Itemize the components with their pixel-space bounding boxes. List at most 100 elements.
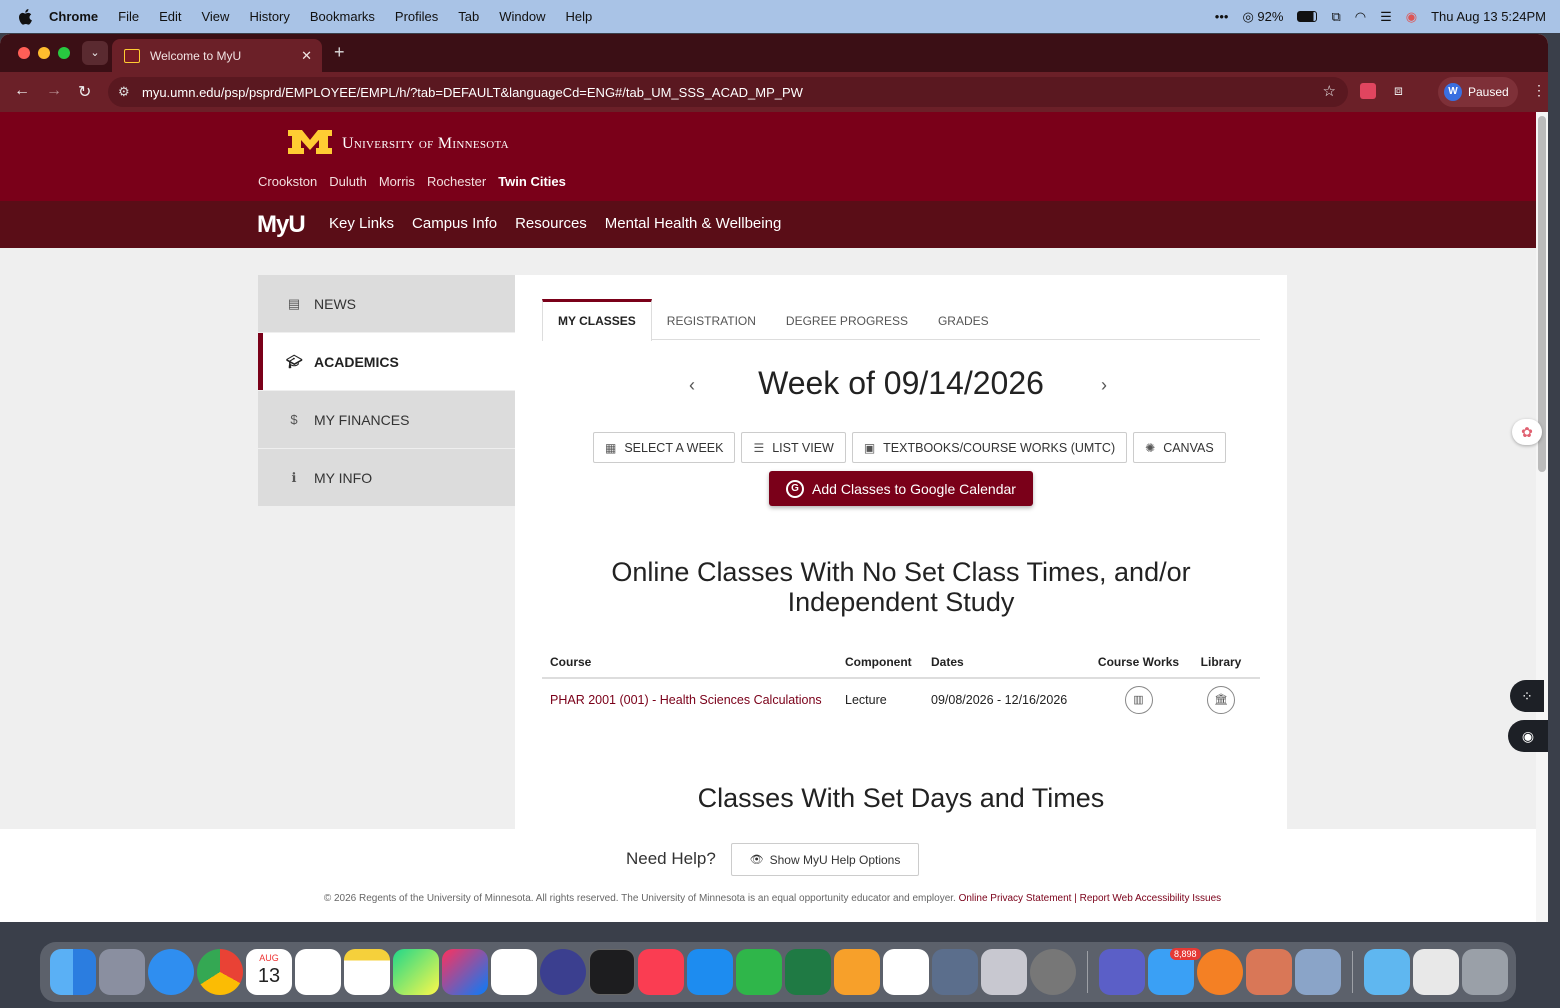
teams-icon[interactable] (1099, 949, 1145, 995)
battery-icon[interactable] (1297, 11, 1318, 22)
wifi-icon[interactable]: ◠ (1355, 9, 1366, 25)
numbers-icon[interactable] (736, 949, 782, 995)
battery-percent[interactable]: ◎ 92% (1242, 9, 1283, 25)
safari-icon[interactable] (148, 949, 194, 995)
control-center-icon[interactable]: ☰ (1380, 9, 1392, 25)
system-settings-icon[interactable] (1030, 949, 1076, 995)
chrome-menu-icon[interactable]: ⋮ (1532, 82, 1546, 99)
screen-app-icon[interactable] (932, 949, 978, 995)
campus-link-rochester[interactable]: Rochester (427, 174, 486, 189)
canvas-button[interactable]: ✺ CANVAS (1133, 432, 1226, 463)
menu-help[interactable]: Help (566, 9, 593, 24)
university-name[interactable]: University of Minnesota (342, 135, 509, 153)
bookmark-star-icon[interactable]: ☆ (1323, 82, 1336, 100)
umn-block-m-logo[interactable] (286, 128, 334, 156)
new-tab-icon[interactable]: + (334, 42, 345, 63)
sidebar-item-news[interactable]: ▤ NEWS (258, 275, 516, 332)
nav-resources[interactable]: Resources (515, 215, 587, 232)
show-help-button[interactable]: 👁︎ Show MyU Help Options (731, 843, 919, 876)
list-view-button[interactable]: ☰ LIST VIEW (741, 432, 846, 463)
menu-clock[interactable]: Thu Aug 13 5:24PM (1431, 9, 1546, 24)
sidebar-item-academics[interactable]: 🎓︎ ACADEMICS (258, 333, 516, 390)
assistant-bot-icon[interactable]: ◉ (1508, 720, 1548, 752)
app-menu-chrome[interactable]: Chrome (49, 9, 98, 24)
sidebar-item-my-info[interactable]: ℹ MY INFO (258, 449, 516, 506)
menu-edit[interactable]: Edit (159, 9, 181, 24)
menu-window[interactable]: Window (499, 9, 545, 24)
menu-tab[interactable]: Tab (458, 9, 479, 24)
intellij-icon[interactable] (442, 949, 488, 995)
course-link[interactable]: PHAR 2001 (001) - Health Sciences Calcul… (542, 693, 845, 707)
terminal-icon[interactable] (589, 949, 635, 995)
reminders-icon[interactable] (295, 949, 341, 995)
music-icon[interactable] (638, 949, 684, 995)
tab-registration[interactable]: REGISTRATION (652, 299, 771, 340)
cloud-app-icon[interactable] (1197, 949, 1243, 995)
campus-link-twin-cities[interactable]: Twin Cities (498, 174, 566, 189)
address-bar[interactable]: ⚙ myu.umn.edu/psp/psprd/EMPLOYEE/EMPL/h/… (108, 77, 1348, 107)
chrome-icon[interactable] (197, 949, 243, 995)
course-works-book-icon[interactable]: ▥ (1124, 686, 1153, 714)
menu-file[interactable]: File (118, 9, 139, 24)
notes-icon[interactable] (344, 949, 390, 995)
menu-view[interactable]: View (201, 9, 229, 24)
profile-button[interactable]: W Paused (1438, 77, 1518, 107)
iphone-mirroring-icon[interactable] (981, 949, 1027, 995)
sidebar-item-my-finances[interactable]: $ MY FINANCES (258, 391, 516, 448)
nav-key-links[interactable]: Key Links (329, 215, 394, 232)
campus-link-duluth[interactable]: Duluth (329, 174, 367, 189)
keynote-icon[interactable] (687, 949, 733, 995)
tab-my-classes[interactable]: MY CLASSES (542, 299, 652, 341)
privacy-link[interactable]: Online Privacy Statement (959, 893, 1072, 904)
tab-degree-progress[interactable]: DEGREE PROGRESS (771, 299, 923, 340)
forward-icon[interactable]: → (46, 82, 62, 100)
menu-profiles[interactable]: Profiles (395, 9, 438, 24)
reload-icon[interactable]: ↻ (78, 82, 91, 102)
select-week-button[interactable]: ▦ SELECT A WEEK (593, 432, 736, 463)
tab-grades[interactable]: GRADES (923, 299, 1004, 340)
campus-link-morris[interactable]: Morris (379, 174, 415, 189)
trash-icon[interactable] (1462, 949, 1508, 995)
close-tab-icon[interactable]: ✕ (301, 48, 312, 64)
zoom-window-button[interactable] (58, 47, 70, 59)
apple-icon[interactable] (18, 8, 32, 25)
excel-icon[interactable] (785, 949, 831, 995)
extensions-puzzle-icon[interactable]: ⧈ (1394, 82, 1403, 99)
freeform-icon[interactable] (883, 949, 929, 995)
nav-mental-health[interactable]: Mental Health & Wellbeing (605, 215, 781, 232)
launchpad-icon[interactable] (99, 949, 145, 995)
minimize-window-button[interactable] (38, 47, 50, 59)
chatgpt-icon[interactable] (491, 949, 537, 995)
back-icon[interactable]: ← (14, 82, 30, 100)
google-calendar-button[interactable]: G Add Classes to Google Calendar (769, 471, 1033, 506)
textbooks-button[interactable]: ▣ TEXTBOOKS/COURSE WORKS (UMTC) (851, 432, 1128, 463)
menu-history[interactable]: History (249, 9, 289, 24)
close-window-button[interactable] (18, 47, 30, 59)
site-info-icon[interactable]: ⚙ (118, 84, 130, 100)
pages-icon[interactable] (834, 949, 880, 995)
documents-stack-icon[interactable] (1413, 949, 1459, 995)
nav-campus-info[interactable]: Campus Info (412, 215, 497, 232)
claude-icon[interactable] (1246, 949, 1292, 995)
downloads-folder-icon[interactable] (1364, 949, 1410, 995)
more-icon[interactable]: ••• (1215, 9, 1229, 24)
page-scrollbar[interactable] (1536, 112, 1548, 922)
siri-icon[interactable]: ◉ (1406, 9, 1417, 25)
finder-icon[interactable] (50, 949, 96, 995)
scrollbar-thumb[interactable] (1538, 116, 1546, 472)
myu-logo[interactable]: MyU (257, 211, 306, 239)
preview-icon[interactable] (1295, 949, 1341, 995)
pycharm-icon[interactable] (393, 949, 439, 995)
tab-search-dropdown-icon[interactable]: ⌄ (82, 41, 108, 65)
browser-tab[interactable]: Welcome to MyU ✕ (112, 39, 322, 72)
extension-icon[interactable] (1360, 83, 1376, 99)
accessibility-link[interactable]: Report Web Accessibility Issues (1080, 893, 1222, 904)
campus-link-crookston[interactable]: Crookston (258, 174, 317, 189)
calendar-icon[interactable]: AUG 13 (246, 949, 292, 995)
assistant-app-icon[interactable] (540, 949, 586, 995)
menu-bookmarks[interactable]: Bookmarks (310, 9, 375, 24)
screen-share-icon[interactable]: ⧉ (1331, 9, 1340, 25)
next-week-icon[interactable]: › (1101, 375, 1107, 396)
accessibility-widget-icon[interactable]: ✿ (1512, 419, 1542, 445)
apps-grid-icon[interactable]: ⁘ (1510, 680, 1544, 712)
